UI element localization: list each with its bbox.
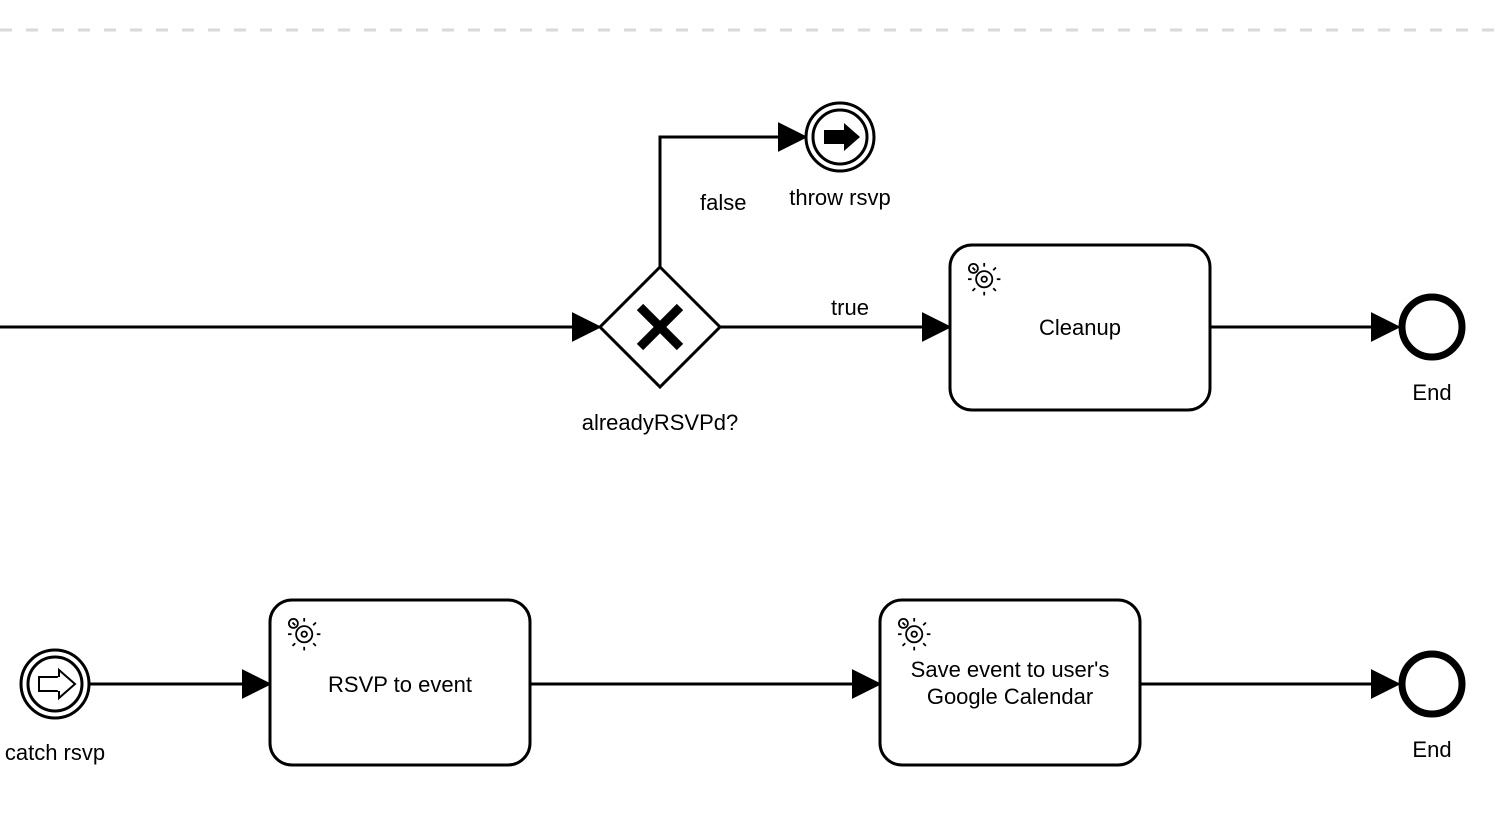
flow-false-label: false — [700, 190, 746, 215]
task-save-label-wrapper: Save event to user's Google Calendar — [890, 628, 1130, 738]
event-end-2-label: End — [1412, 737, 1451, 762]
event-throw-label: throw rsvp — [789, 185, 890, 210]
event-end-1[interactable] — [1402, 297, 1462, 357]
task-save-label: Save event to user's Google Calendar — [890, 628, 1130, 738]
task-cleanup-label: Cleanup — [1039, 315, 1121, 340]
event-end-1-label: End — [1412, 380, 1451, 405]
event-throw-rsvp[interactable] — [806, 103, 874, 171]
gateway-label: alreadyRSVPd? — [582, 410, 739, 435]
gateway-already-rsvpd[interactable] — [600, 267, 720, 387]
event-catch-rsvp[interactable] — [21, 650, 89, 718]
task-rsvp-label: RSVP to event — [328, 672, 472, 697]
flow-true-label: true — [831, 295, 869, 320]
bpmn-diagram: alreadyRSVPd? false throw rsvp true — [0, 0, 1504, 814]
event-end-2[interactable] — [1402, 654, 1462, 714]
event-catch-label: catch rsvp — [5, 740, 105, 765]
